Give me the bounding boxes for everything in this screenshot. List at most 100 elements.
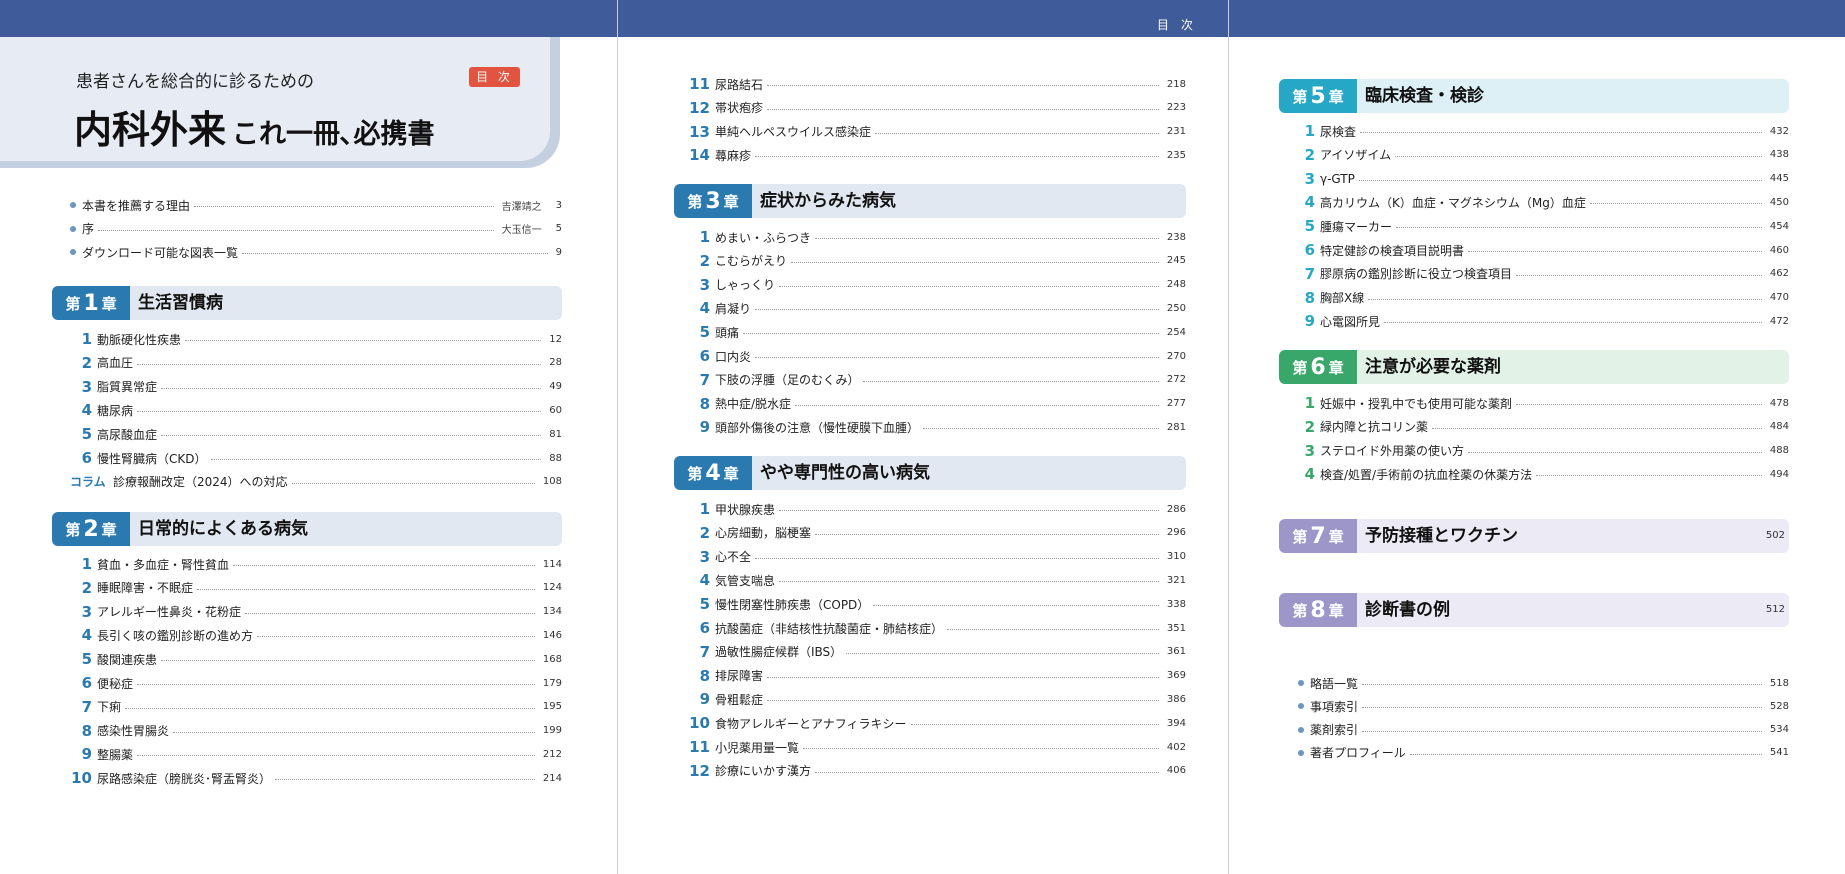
toc-entry[interactable]: 4 検査/処置/手術前の抗血栓薬の休薬方法 494 xyxy=(1293,464,1789,484)
toc-entry[interactable]: 12 帯状疱疹 223 xyxy=(688,98,1186,118)
toc-entry[interactable]: 2 高血圧 28 xyxy=(70,353,562,373)
toc-entry[interactable]: 1 動脈硬化性疾患 12 xyxy=(70,329,562,349)
chapter-heading[interactable]: 第 7 章予防接種とワクチン 502 xyxy=(1279,519,1789,553)
toc-entry[interactable]: 1 甲状腺疾患 286 xyxy=(688,499,1186,519)
toc-entry[interactable]: 14 蕁麻疹 235 xyxy=(688,145,1186,165)
entry-title: めまい・ふらつき xyxy=(715,230,812,245)
chapter-heading[interactable]: 第 5 章臨床検査・検診 xyxy=(1279,79,1789,113)
toc-entry[interactable]: 7 下肢の浮腫（足のむくみ） 272 xyxy=(688,370,1186,390)
toc-entry[interactable]: 9 心電図所見 472 xyxy=(1293,311,1789,331)
chapter-tab: 第6章 xyxy=(1279,350,1357,384)
toc-entry[interactable]: 3 γ-GTP 445 xyxy=(1293,169,1789,189)
toc-entry[interactable]: 5 頭痛 254 xyxy=(688,322,1186,342)
toc-entry[interactable]: 9 骨粗鬆症 386 xyxy=(688,689,1186,709)
chapter-heading[interactable]: 第 4 章やや専門性の高い病気 xyxy=(674,456,1186,490)
toc-entry[interactable]: 8 排尿障害 369 xyxy=(688,666,1186,686)
entry-page: 108 xyxy=(542,476,562,488)
entry-page: 484 xyxy=(1769,421,1789,433)
toc-entry[interactable]: 7 膠原病の鑑別診断に役立つ検査項目 462 xyxy=(1293,264,1789,284)
chapter-heading[interactable]: 第 6 章注意が必要な薬剤 xyxy=(1279,350,1789,384)
chapter-prefix: 第 xyxy=(65,520,81,539)
toc-entry[interactable]: 6 便秘症 179 xyxy=(70,673,562,693)
toc-entry[interactable]: 4 気管支喘息 321 xyxy=(688,570,1186,590)
entry-number: 5 xyxy=(699,595,710,614)
chapter-title: 診断書の例 xyxy=(1365,600,1450,620)
toc-entry[interactable]: 5 慢性閉塞性肺疾患（COPD） 338 xyxy=(688,594,1186,614)
chapter-heading[interactable]: 第 3 章症状からみた病気 xyxy=(674,184,1186,218)
toc-entry[interactable]: 4 糖尿病 60 xyxy=(70,400,562,420)
toc-entry[interactable]: 2 睡眠障害・不眠症 124 xyxy=(70,578,562,598)
dot-leader xyxy=(755,557,1159,559)
list-item[interactable]: 薬剤索引 534 xyxy=(1298,720,1789,740)
toc-entry[interactable]: 12 診療にいかす漢方 406 xyxy=(688,761,1186,781)
dot-leader xyxy=(947,629,1159,630)
toc-entry[interactable]: 6 抗酸菌症（非結核性抗酸菌症・肺結核症） 351 xyxy=(688,618,1186,638)
toc-entry[interactable]: 6 口内炎 270 xyxy=(688,346,1186,366)
dot-leader xyxy=(1536,475,1762,477)
toc-entry[interactable]: 9 整腸薬 212 xyxy=(70,744,562,764)
chapter-heading[interactable]: 第 1 章生活習慣病 xyxy=(52,286,562,320)
entry-page: 321 xyxy=(1166,574,1186,586)
entry-title: 心不全 xyxy=(715,550,752,565)
entry-number: 2 xyxy=(699,251,710,270)
entry-page: 528 xyxy=(1769,700,1789,712)
toc-entry[interactable]: 3 心不全 310 xyxy=(688,547,1186,567)
list-item[interactable]: 略語一覧 518 xyxy=(1298,673,1789,693)
toc-entry[interactable]: 9 頭部外傷後の注意（慢性硬膜下血腫） 281 xyxy=(688,417,1186,437)
toc-entry[interactable]: 7 過敏性腸症候群（IBS） 361 xyxy=(688,642,1186,662)
toc-entry[interactable]: 6 特定健診の検査項目説明書 460 xyxy=(1293,240,1789,260)
toc-entry[interactable]: 1 貧血・多血症・腎性貧血 114 xyxy=(70,554,562,574)
dot-leader xyxy=(245,612,535,614)
toc-entry[interactable]: 2 緑内障と抗コリン薬 484 xyxy=(1293,417,1789,437)
toc-entry[interactable]: 11 尿路結石 218 xyxy=(688,74,1186,94)
chapter-heading[interactable]: 第 8 章診断書の例 512 xyxy=(1279,593,1789,627)
toc-entry[interactable]: 10 尿路感染症（膀胱炎･腎盂腎炎） 214 xyxy=(70,768,562,788)
list-item[interactable]: 事項索引 528 xyxy=(1298,696,1789,716)
dot-leader xyxy=(1432,427,1762,429)
toc-entry[interactable]: 10 食物アレルギーとアナフィラキシー 394 xyxy=(688,713,1186,733)
dot-leader xyxy=(161,660,535,662)
toc-entry[interactable]: 3 ステロイド外用薬の使い方 488 xyxy=(1293,441,1789,461)
entry-title: こむらがえり xyxy=(715,254,788,269)
list-item[interactable]: 本書を推薦する理由 吉澤靖之 3 xyxy=(70,195,562,215)
list-item[interactable]: 著者プロフィール 541 xyxy=(1298,743,1789,763)
toc-entry[interactable]: コラム 診療報酬改定（2024）への対応 108 xyxy=(70,472,562,492)
dot-leader xyxy=(846,652,1159,654)
list-item[interactable]: 序 大玉信一 5 xyxy=(70,219,562,239)
chapter-title: 生活習慣病 xyxy=(138,293,223,313)
toc-entry[interactable]: 5 酸関連疾患 168 xyxy=(70,649,562,669)
entry-page: 49 xyxy=(549,381,562,393)
toc-entry[interactable]: 3 しゃっくり 248 xyxy=(688,275,1186,295)
dot-leader xyxy=(1362,707,1762,709)
toc-entry[interactable]: 11 小児薬用量一覧 402 xyxy=(688,737,1186,757)
toc-entry[interactable]: 1 尿検査 432 xyxy=(1293,121,1789,141)
entry-title: 整腸薬 xyxy=(97,747,134,762)
toc-entry[interactable]: 8 熱中症/脱水症 277 xyxy=(688,394,1186,414)
toc-entry[interactable]: 5 高尿酸血症 81 xyxy=(70,424,562,444)
entry-number: 4 xyxy=(81,401,92,420)
entry-title: 長引く咳の鑑別診断の進め方 xyxy=(97,628,254,643)
toc-entry[interactable]: 4 高カリウム（K）血症・マグネシウム（Mg）血症 450 xyxy=(1293,192,1789,212)
toc-entry[interactable]: 3 脂質異常症 49 xyxy=(70,377,562,397)
toc-entry[interactable]: 13 単純ヘルペスウイルス感染症 231 xyxy=(688,122,1186,142)
toc-entry[interactable]: 2 こむらがえり 245 xyxy=(688,251,1186,271)
toc-entry[interactable]: 4 肩凝り 250 xyxy=(688,298,1186,318)
toc-entry[interactable]: 1 妊娠中・授乳中でも使用可能な薬剤 478 xyxy=(1293,393,1789,413)
toc-entry[interactable]: 4 長引く咳の鑑別診断の進め方 146 xyxy=(70,625,562,645)
chapter-heading[interactable]: 第 2 章日常的によくある病気 xyxy=(52,512,562,546)
toc-entry[interactable]: 3 アレルギー性鼻炎・花粉症 134 xyxy=(70,602,562,622)
chapter-title: 予防接種とワクチン xyxy=(1365,526,1518,546)
toc-entry[interactable]: 7 下痢 195 xyxy=(70,697,562,717)
chapter-prefix: 第 xyxy=(687,464,703,483)
chapter-tab: 第1章 xyxy=(52,286,130,320)
toc-entry[interactable]: 2 心房細動，脳梗塞 296 xyxy=(688,523,1186,543)
toc-entry[interactable]: 5 腫瘍マーカー 454 xyxy=(1293,216,1789,236)
toc-entry[interactable]: 6 慢性腎臓病（CKD） 88 xyxy=(70,448,562,468)
toc-entry[interactable]: 8 胸部X線 470 xyxy=(1293,288,1789,308)
toc-entry[interactable]: 2 アイソザイム 438 xyxy=(1293,145,1789,165)
entry-title: 序 xyxy=(82,222,95,236)
list-item[interactable]: ダウンロード可能な図表一覧 9 xyxy=(70,242,562,262)
toc-entry[interactable]: 8 感染性胃腸炎 199 xyxy=(70,721,562,741)
entry-title: 酸関連疾患 xyxy=(97,652,158,667)
toc-entry[interactable]: 1 めまい・ふらつき 238 xyxy=(688,227,1186,247)
